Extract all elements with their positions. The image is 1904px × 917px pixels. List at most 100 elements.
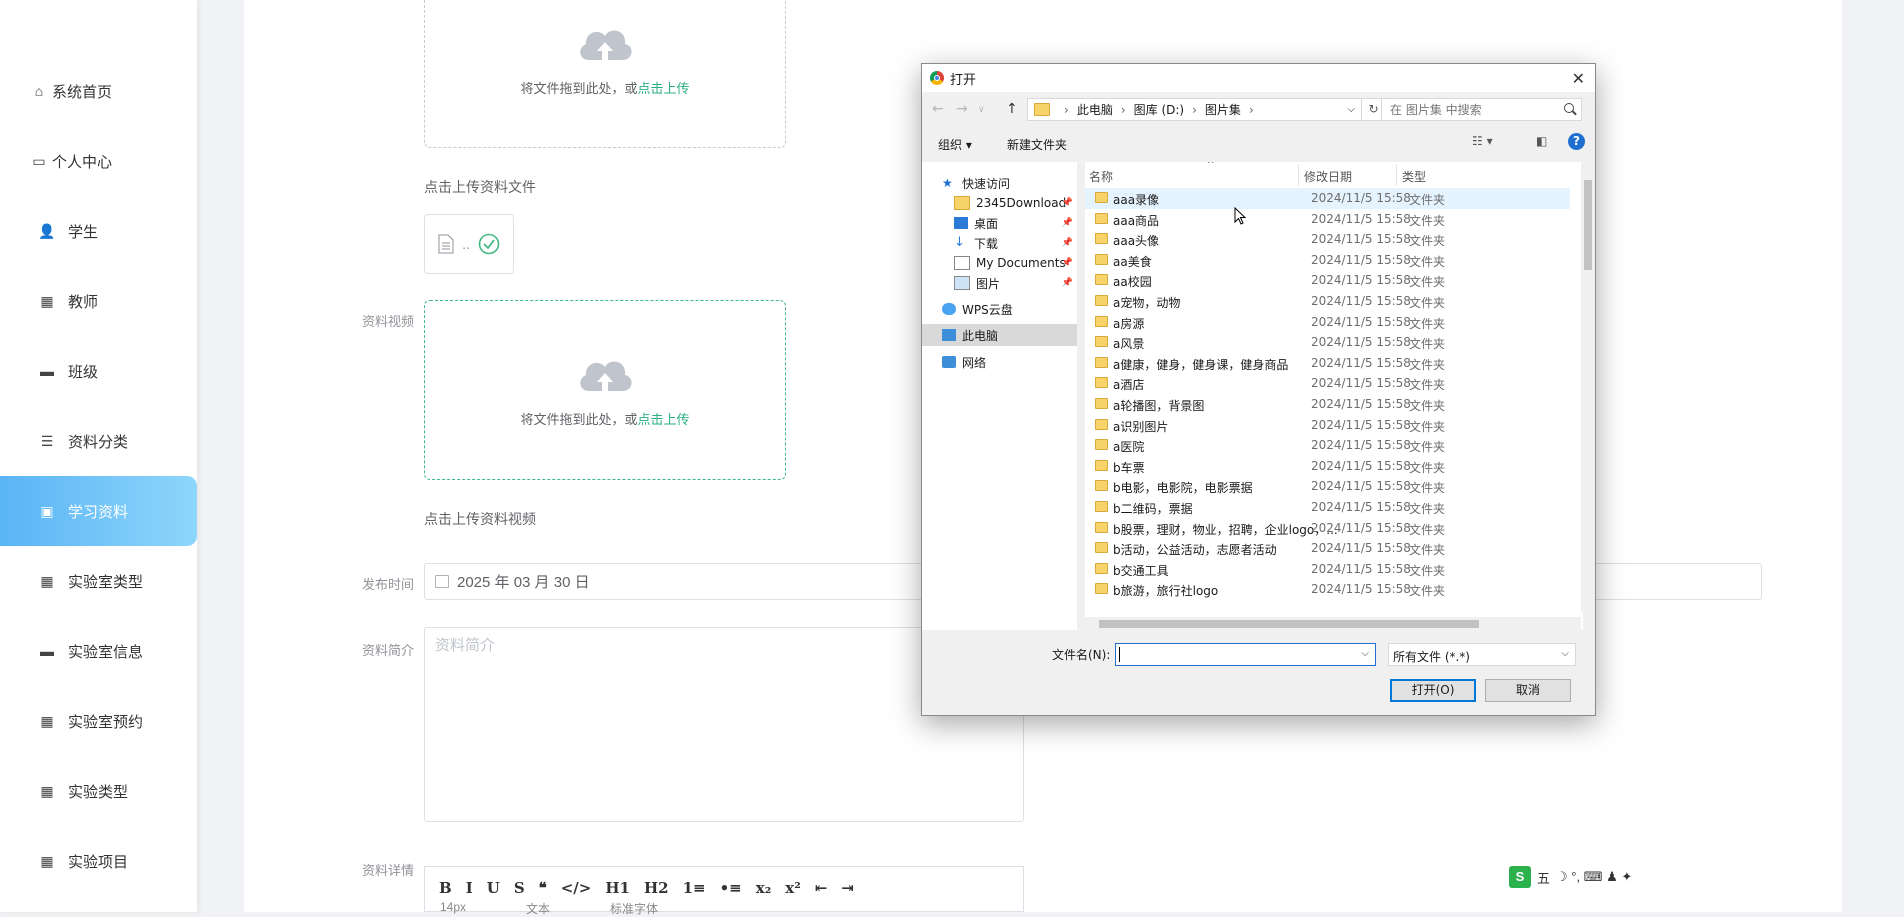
- help-icon[interactable]: ?: [1568, 133, 1585, 150]
- breadcrumb-item[interactable]: 图库 (D:): [1134, 101, 1184, 118]
- file-row[interactable]: b活动，公益活动，志愿者活动 2024/11/5 15:58 文件夹: [1085, 538, 1570, 559]
- breadcrumb-separator-icon[interactable]: ›: [1064, 103, 1069, 117]
- column-type[interactable]: 类型: [1402, 168, 1426, 185]
- nav-item[interactable]: 网络: [922, 351, 1077, 373]
- address-bar[interactable]: › 此电脑 › 图库 (D:) › 图片集 › ⌵: [1027, 98, 1362, 121]
- file-row[interactable]: a健康，健身，健身课，健身商品 2024/11/5 15:58 文件夹: [1085, 353, 1570, 374]
- sidebar-item-5[interactable]: ☰ 资料分类: [0, 406, 197, 476]
- file-row[interactable]: aaa商品 2024/11/5 15:58 文件夹: [1085, 209, 1570, 230]
- file-row[interactable]: b股票，理财，物业，招聘，企业logo，... 2024/11/5 15:58 文件…: [1085, 518, 1570, 539]
- forward-arrow-icon[interactable]: →: [956, 101, 968, 117]
- editor-button[interactable]: ❝: [539, 879, 547, 897]
- view-options-icon[interactable]: ☷ ▾: [1472, 134, 1493, 148]
- upload-link[interactable]: 点击上传: [638, 412, 690, 427]
- file-row[interactable]: b旅游，旅行社logo 2024/11/5 15:58 文件夹: [1085, 579, 1570, 600]
- editor-button[interactable]: •≡: [720, 879, 742, 897]
- sidebar-item-4[interactable]: ▬ 班级: [0, 336, 197, 406]
- file-row[interactable]: aa美食 2024/11/5 15:58 文件夹: [1085, 250, 1570, 271]
- breadcrumb-item[interactable]: 此电脑: [1077, 101, 1113, 118]
- nav-item[interactable]: 图片 📌: [922, 272, 1077, 294]
- folder-icon: [1095, 295, 1108, 306]
- editor-button[interactable]: 1≡: [683, 879, 706, 897]
- editor-select[interactable]: 文本: [526, 900, 550, 917]
- editor-button[interactable]: S: [514, 879, 525, 897]
- sidebar-item-7[interactable]: ▦ 实验室类型: [0, 546, 197, 616]
- file-row[interactable]: b二维码，票据 2024/11/5 15:58 文件夹: [1085, 497, 1570, 518]
- chevron-down-icon[interactable]: ⌵: [1347, 104, 1355, 115]
- nav-item[interactable]: 此电脑: [922, 324, 1077, 346]
- preview-pane-icon[interactable]: ◧: [1536, 134, 1547, 148]
- back-arrow-icon[interactable]: ←: [932, 101, 944, 117]
- editor-button[interactable]: x²: [785, 879, 801, 897]
- chevron-down-icon[interactable]: ⌵: [1361, 648, 1369, 659]
- file-row[interactable]: a酒店 2024/11/5 15:58 文件夹: [1085, 373, 1570, 394]
- file-upload-dropzone[interactable]: 将文件拖到此处，或点击上传: [424, 0, 786, 148]
- column-date[interactable]: 修改日期: [1304, 168, 1352, 185]
- cancel-button[interactable]: 取消: [1485, 679, 1571, 702]
- editor-button[interactable]: ⇥: [841, 879, 854, 897]
- upload-link[interactable]: 点击上传: [638, 81, 690, 96]
- ime-toolbar[interactable]: S 五 ☽ °, ⌨ ♟ ✦: [1505, 864, 1637, 890]
- file-row[interactable]: b交通工具 2024/11/5 15:58 文件夹: [1085, 559, 1570, 580]
- file-row[interactable]: a医院 2024/11/5 15:58 文件夹: [1085, 435, 1570, 456]
- filetype-select[interactable]: 所有文件 (*.*) ⌵: [1388, 643, 1576, 666]
- dialog-titlebar[interactable]: 打开 ✕: [922, 64, 1595, 92]
- column-name[interactable]: 名称: [1089, 168, 1113, 185]
- breadcrumb-separator-icon[interactable]: ›: [1121, 103, 1126, 117]
- horizontal-scrollbar[interactable]: [1085, 617, 1581, 631]
- open-button[interactable]: 打开(O): [1390, 679, 1476, 702]
- close-icon[interactable]: ✕: [1572, 69, 1585, 88]
- ime-symbols[interactable]: ☽ °, ⌨ ♟ ✦: [1556, 869, 1632, 885]
- sidebar-item-9[interactable]: ▦ 实验室预约: [0, 686, 197, 756]
- sidebar-item-3[interactable]: ▦ 教师: [0, 266, 197, 336]
- nav-item[interactable]: WPS云盘: [922, 298, 1077, 320]
- nav-item[interactable]: 2345Download 📌: [922, 192, 1077, 214]
- file-row[interactable]: aaa录像 2024/11/5 15:58 文件夹: [1085, 188, 1570, 209]
- nav-item[interactable]: ★ 快速访问: [922, 172, 1077, 194]
- editor-button[interactable]: U: [487, 879, 500, 897]
- file-row[interactable]: a宠物，动物 2024/11/5 15:58 文件夹: [1085, 291, 1570, 312]
- new-folder-button[interactable]: 新建文件夹: [1007, 136, 1067, 153]
- file-row[interactable]: aaa头像 2024/11/5 15:58 文件夹: [1085, 229, 1570, 250]
- editor-button[interactable]: H2: [644, 879, 669, 897]
- uploaded-file-thumbnail[interactable]: ..: [424, 214, 514, 274]
- sidebar-item-1[interactable]: ▭ 个人中心: [0, 126, 197, 196]
- nav-item[interactable]: 桌面 📌: [922, 212, 1077, 234]
- editor-button[interactable]: H1: [605, 879, 630, 897]
- file-row[interactable]: a房源 2024/11/5 15:58 文件夹: [1085, 312, 1570, 333]
- breadcrumb-separator-icon[interactable]: ›: [1249, 103, 1254, 117]
- editor-button[interactable]: </>: [561, 879, 592, 897]
- editor-select[interactable]: 14px: [440, 900, 466, 917]
- editor-button[interactable]: x₂: [756, 879, 772, 897]
- up-arrow-icon[interactable]: ↑: [1006, 101, 1018, 117]
- search-input[interactable]: 在 图片集 中搜索: [1381, 98, 1582, 121]
- breadcrumb-item[interactable]: 图片集: [1205, 101, 1241, 118]
- editor-button[interactable]: ⇤: [815, 879, 828, 897]
- nav-item[interactable]: My Documents 📌: [922, 252, 1077, 274]
- filename-input[interactable]: ⌵: [1115, 643, 1376, 666]
- sidebar-item-8[interactable]: ▬ 实验室信息: [0, 616, 197, 686]
- sidebar-item-11[interactable]: ▦ 实验项目: [0, 826, 197, 896]
- sidebar-item-10[interactable]: ▦ 实验类型: [0, 756, 197, 826]
- file-row[interactable]: a识别图片 2024/11/5 15:58 文件夹: [1085, 415, 1570, 436]
- sidebar-item-2[interactable]: 👤 学生: [0, 196, 197, 266]
- nav-item[interactable]: ↓ 下载 📌: [922, 232, 1077, 254]
- file-row[interactable]: a风景 2024/11/5 15:58 文件夹: [1085, 332, 1570, 353]
- editor-button[interactable]: I: [466, 879, 473, 897]
- breadcrumb-separator-icon[interactable]: ›: [1192, 103, 1197, 117]
- sidebar-item-0[interactable]: ⌂ 系统首页: [0, 56, 197, 126]
- ime-mode[interactable]: 五: [1537, 868, 1550, 887]
- organize-button[interactable]: 组织 ▾: [938, 136, 972, 153]
- folder-icon: [1095, 480, 1108, 492]
- video-upload-dropzone[interactable]: 将文件拖到此处，或点击上传: [424, 300, 786, 480]
- file-row[interactable]: b车票 2024/11/5 15:58 文件夹: [1085, 456, 1570, 477]
- vertical-scrollbar[interactable]: [1581, 162, 1595, 612]
- sidebar-item-6[interactable]: ▣ 学习资料: [0, 476, 197, 546]
- file-upload-tip: 点击上传资料文件: [424, 179, 536, 195]
- editor-button[interactable]: B: [439, 879, 452, 897]
- file-row[interactable]: aa校园 2024/11/5 15:58 文件夹: [1085, 270, 1570, 291]
- file-row[interactable]: b电影，电影院，电影票据 2024/11/5 15:58 文件夹: [1085, 476, 1570, 497]
- file-row[interactable]: a轮播图，背景图 2024/11/5 15:58 文件夹: [1085, 394, 1570, 415]
- editor-select[interactable]: 标准字体: [610, 900, 658, 917]
- recent-chevron-icon[interactable]: ∨: [978, 105, 985, 115]
